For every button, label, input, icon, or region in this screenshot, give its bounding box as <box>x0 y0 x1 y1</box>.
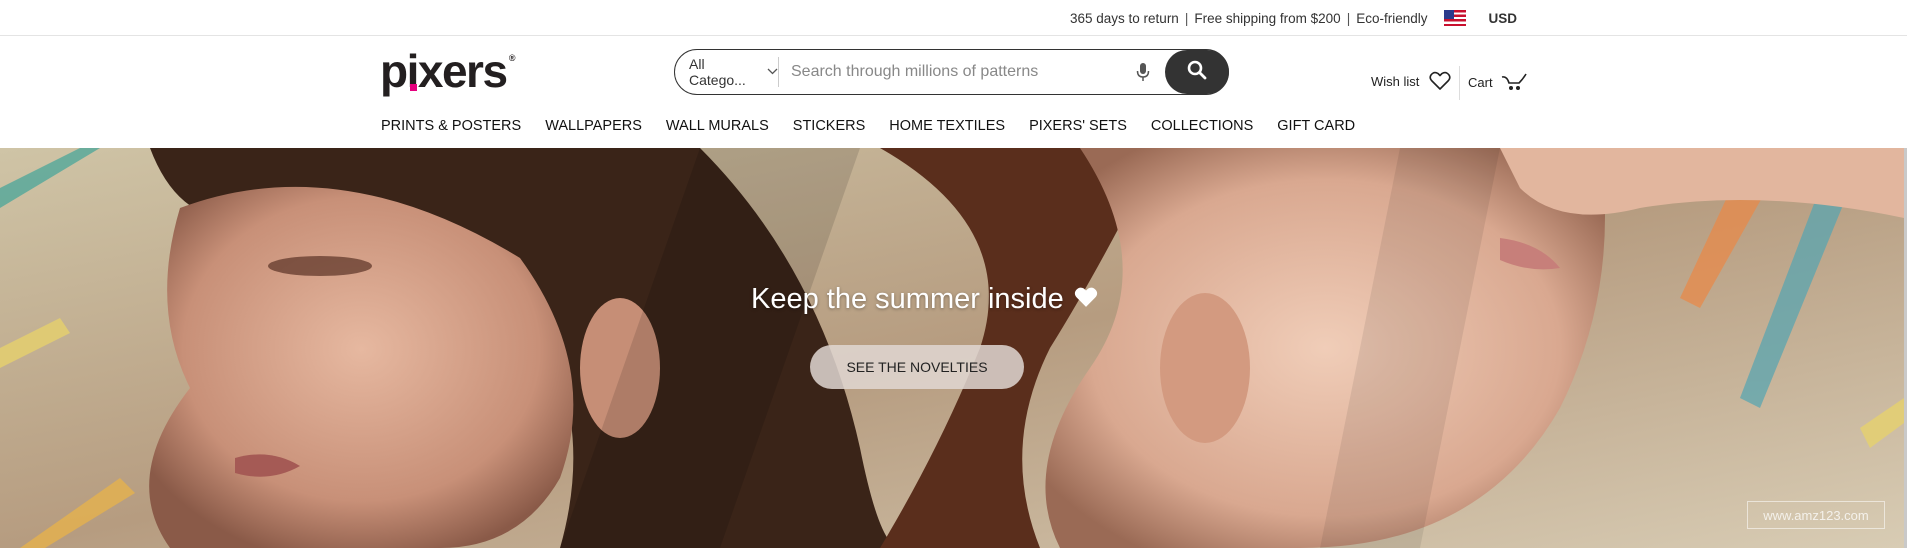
nav-item-home-textiles[interactable]: HOME TEXTILES <box>889 118 1005 134</box>
search-input[interactable] <box>779 56 1129 88</box>
pixers-logo[interactable]: pixers ® <box>380 45 516 97</box>
currency-selector[interactable]: USD <box>1488 11 1517 26</box>
hero-title-text: Keep the summer inside <box>751 283 1064 315</box>
top-bar: 365 days to return | Free shipping from … <box>0 0 1907 36</box>
nav-item-pixers-sets[interactable]: PIXERS' SETS <box>1029 118 1127 134</box>
us-flag-icon[interactable] <box>1444 10 1467 26</box>
search-bar: All Catego... <box>674 49 1229 95</box>
nav-item-prints-posters[interactable]: PRINTS & POSTERS <box>381 118 521 134</box>
shipping-info: Free shipping from $200 <box>1194 10 1341 26</box>
heart-icon <box>1074 283 1098 316</box>
header-divider <box>1459 66 1460 100</box>
wishlist-label: Wish list <box>1371 73 1420 89</box>
category-label: All Catego... <box>689 56 746 88</box>
search-button[interactable] <box>1165 50 1229 94</box>
search-icon <box>1187 60 1207 85</box>
main-nav: PRINTS & POSTERS WALLPAPERS WALL MURALS … <box>381 118 1379 134</box>
chevron-down-icon <box>767 66 778 78</box>
heart-icon <box>1429 71 1451 91</box>
returns-info: 365 days to return <box>1070 10 1179 26</box>
nav-item-wall-murals[interactable]: WALL MURALS <box>666 118 769 134</box>
hero-title: Keep the summer inside <box>751 283 1098 316</box>
cart-icon <box>1501 71 1527 93</box>
category-select[interactable]: All Catego... <box>675 56 779 88</box>
separator: | <box>1184 10 1189 26</box>
logo-dot <box>410 84 417 91</box>
nav-item-collections[interactable]: COLLECTIONS <box>1151 118 1253 134</box>
see-novelties-button[interactable]: SEE THE NOVELTIES <box>810 345 1024 389</box>
eco-info: Eco-friendly <box>1356 10 1428 26</box>
nav-item-stickers[interactable]: STICKERS <box>793 118 866 134</box>
cart-label: Cart <box>1468 74 1493 90</box>
logo-registered: ® <box>508 53 516 63</box>
top-bar-info: 365 days to return | Free shipping from … <box>1070 0 1517 36</box>
nav-item-gift-card[interactable]: GIFT CARD <box>1277 118 1355 134</box>
microphone-icon[interactable] <box>1129 57 1157 87</box>
watermark: www.amz123.com <box>1747 501 1885 529</box>
cart-link[interactable]: Cart <box>1468 71 1527 93</box>
wishlist-link[interactable]: Wish list <box>1371 71 1451 91</box>
hero-banner[interactable]: Keep the summer inside SEE THE NOVELTIES… <box>0 148 1904 548</box>
separator: | <box>1346 10 1351 26</box>
logo-text: pixers <box>380 45 508 97</box>
nav-item-wallpapers[interactable]: WALLPAPERS <box>545 118 642 134</box>
